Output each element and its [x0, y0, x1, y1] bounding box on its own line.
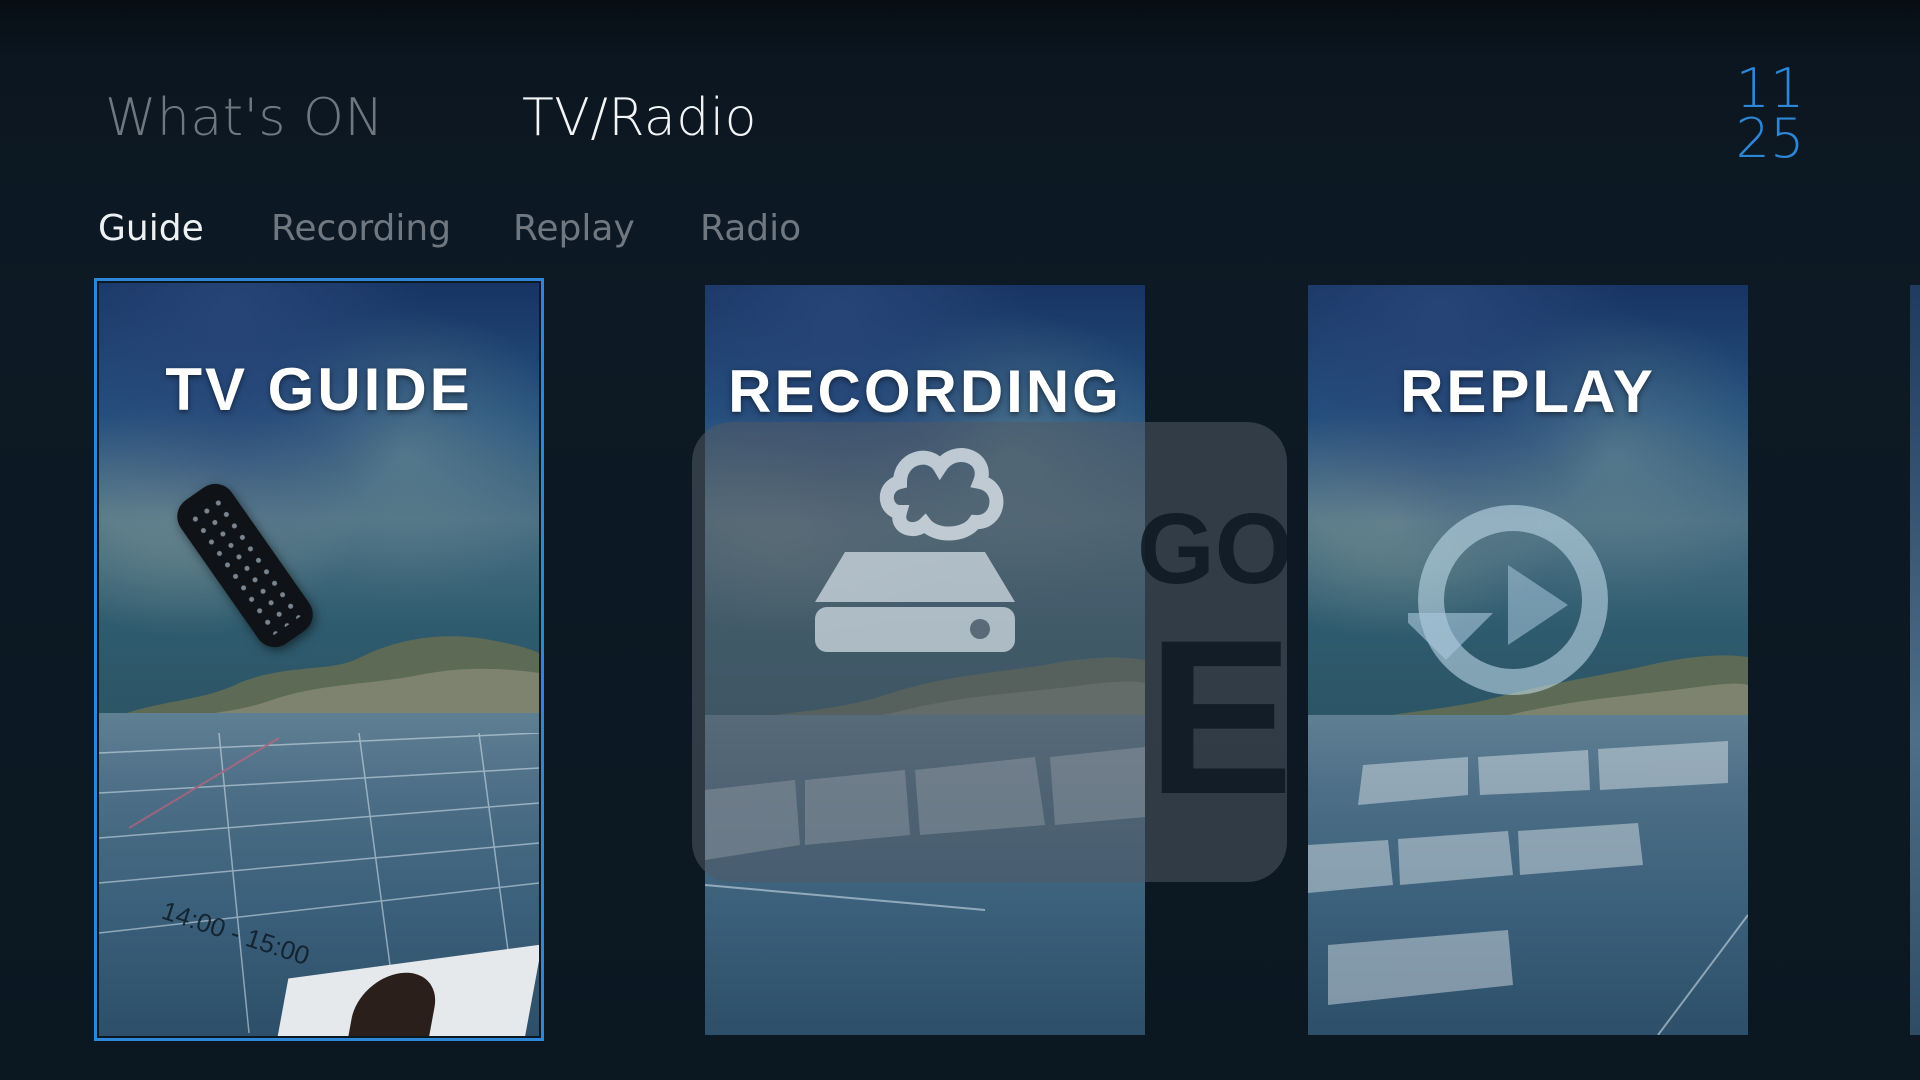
top-tab-whats-on[interactable]: What's ON	[105, 88, 384, 148]
go-logo-bottom-letter: E	[1147, 594, 1294, 840]
replay-circle-arrows-icon	[1408, 505, 1608, 695]
sub-tab-replay[interactable]: Replay	[513, 208, 635, 249]
tv-menu-screen: What's ON TV/Radio 11 25 Guide Recording…	[0, 0, 1920, 1080]
tile-title: TV GUIDE	[165, 356, 473, 423]
tile-title: REPLAY	[1400, 358, 1656, 425]
sub-tab-radio[interactable]: Radio	[700, 208, 801, 249]
sub-tab-guide[interactable]: Guide	[98, 208, 204, 249]
go-logo-letters: GO E	[1137, 492, 1294, 827]
go-logo-top-letters: GO	[1137, 493, 1293, 605]
clock-minutes: 25	[1735, 107, 1805, 170]
next-tile-edge	[1910, 285, 1920, 1035]
top-tab-tv-radio[interactable]: TV/Radio	[522, 88, 757, 148]
clock: 11 25	[1730, 62, 1810, 170]
tile-replay[interactable]: REPLAY	[1308, 285, 1748, 1035]
tile-recording[interactable]: RECORDING	[705, 285, 1145, 1035]
tile-title: RECORDING	[728, 358, 1122, 425]
sub-tab-recording[interactable]: Recording	[271, 208, 451, 249]
tile-tv-guide[interactable]: 14:00 - 15:00 TV GUIDE	[94, 278, 544, 1041]
